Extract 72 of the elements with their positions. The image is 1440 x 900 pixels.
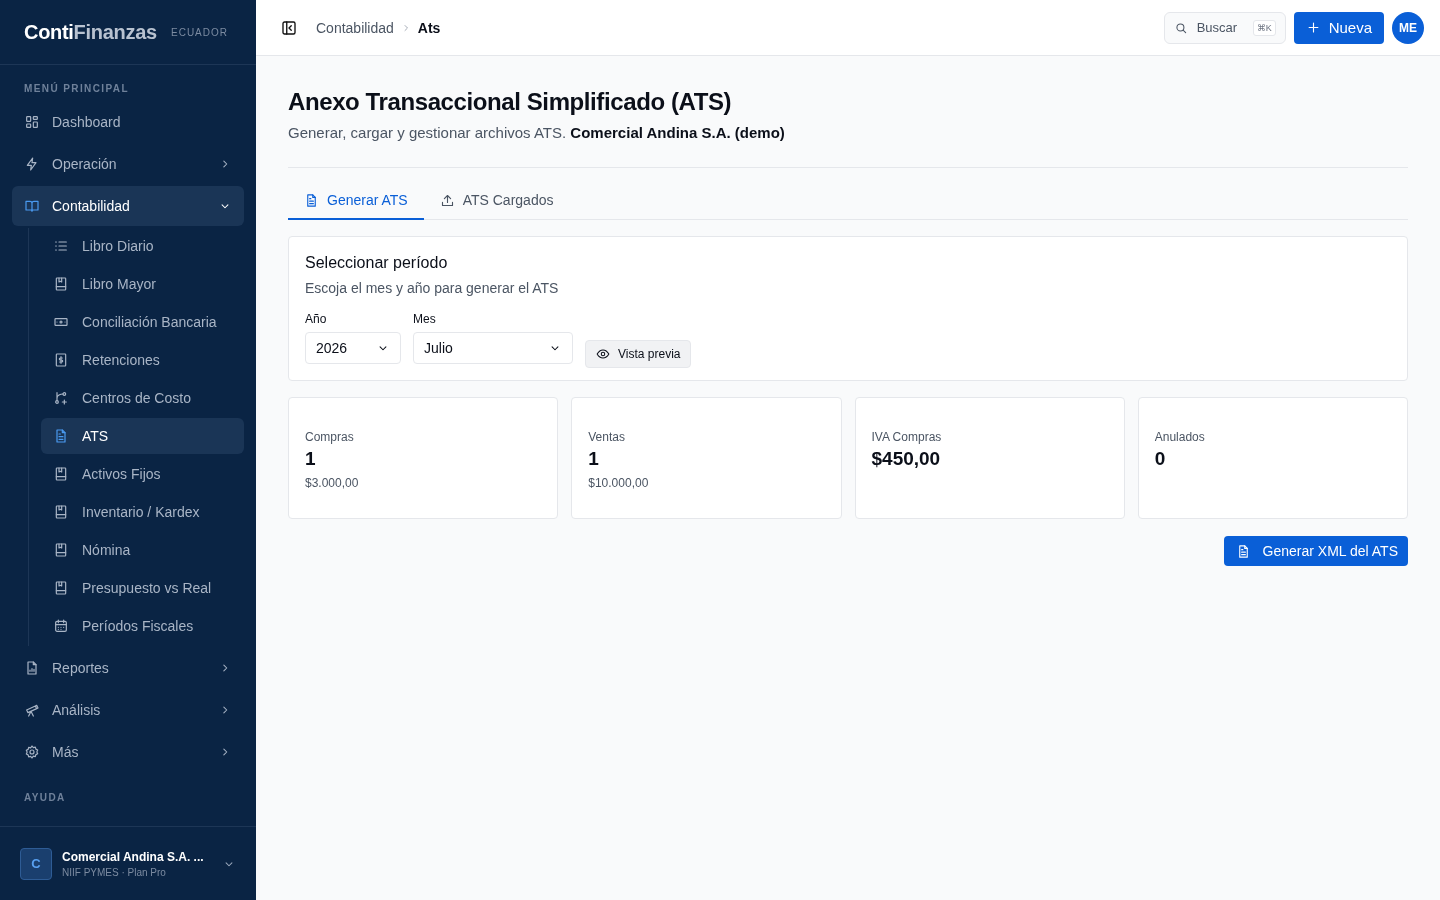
tab[interactable]: ATS Cargados: [423, 192, 570, 220]
stat-label: Ventas: [588, 430, 626, 444]
sidebar-subitem[interactable]: Centros de Costo: [41, 380, 244, 416]
sidebar-item[interactable]: Dashboard: [12, 102, 244, 142]
open-book-icon: [24, 198, 40, 214]
book-icon: [53, 466, 69, 482]
book-icon: [53, 580, 69, 596]
section-label: MENÚ PRINCIPAL: [23, 81, 130, 96]
breadcrumb-link[interactable]: Contabilidad: [316, 19, 394, 36]
tab[interactable]: Generar ATS: [288, 192, 424, 220]
sidebar-subitem[interactable]: Períodos Fiscales: [41, 608, 244, 644]
page-title: Anexo Transaccional Simplificado (ATS): [288, 88, 733, 116]
stat-amount: $10.000,00: [588, 476, 650, 490]
telescope-icon: [24, 702, 40, 718]
report-icon: [24, 660, 40, 676]
region-label: ECUADOR: [171, 26, 228, 38]
stat-value: 1: [305, 448, 317, 470]
stat-value: $450,00: [871, 448, 942, 470]
sidebar-subitem[interactable]: Retenciones: [41, 342, 244, 378]
sidebar-toggle-icon[interactable]: [280, 18, 298, 37]
card-title: Seleccionar período: [305, 254, 449, 272]
book-icon: [53, 504, 69, 520]
breadcrumb-current: Ats: [417, 19, 441, 36]
select-field[interactable]: Julio: [413, 332, 573, 364]
sidebar-subitem[interactable]: Inventario / Kardex: [41, 494, 244, 530]
select-field[interactable]: 2026: [305, 332, 401, 364]
sidebar-subitem[interactable]: Conciliación Bancaria: [41, 304, 244, 340]
book-icon: [53, 276, 69, 292]
sidebar-item[interactable]: Análisis: [12, 690, 244, 730]
stat-value: 0: [1154, 448, 1167, 470]
receipt-icon: [53, 352, 69, 368]
new-button[interactable]: Nueva: [1293, 11, 1384, 44]
card-description: Escoja el mes y año para generar el ATS: [305, 280, 560, 296]
company-name: Comercial Andina S.A. ...: [62, 849, 205, 864]
search-icon: [1173, 20, 1188, 35]
lightning-icon: [24, 156, 40, 172]
page-subtitle: Generar, cargar y gestionar archivos ATS. Comercial Andina S.A. (demo): [288, 124, 786, 141]
eye-icon: [596, 347, 610, 361]
calendar-icon: [53, 618, 69, 634]
list-icon: [53, 238, 69, 254]
branch-icon: [53, 390, 69, 406]
sidebar-item[interactable]: Más: [12, 732, 244, 772]
sidebar-subitem[interactable]: Libro Mayor: [41, 266, 244, 302]
sidebar-subitem[interactable]: Activos Fijos: [41, 456, 244, 492]
plus-icon: [1305, 20, 1321, 35]
stat-value: 1: [588, 448, 600, 470]
app-logo: ContiFinanzas: [24, 20, 157, 44]
field-label: Año: [305, 312, 328, 326]
company-avatar: C: [20, 847, 52, 880]
stat-label: IVA Compras: [871, 430, 943, 444]
sidebar-item[interactable]: Operación: [12, 144, 244, 184]
user-avatar[interactable]: ME: [1392, 11, 1424, 44]
stat-label: Compras: [305, 430, 355, 444]
preview-button[interactable]: Vista previa: [585, 340, 692, 368]
generate-xml-button[interactable]: Generar XML del ATS: [1223, 536, 1408, 566]
sidebar-subitem[interactable]: ATS: [41, 418, 244, 454]
stat-amount: $3.000,00: [305, 476, 360, 490]
sidebar-item[interactable]: Contabilidad: [12, 186, 244, 226]
settings-icon: [24, 744, 40, 760]
sidebar-subitem[interactable]: Libro Diario: [41, 228, 244, 264]
sidebar-subitem[interactable]: Presupuesto vs Real: [41, 570, 244, 606]
sidebar-subitem[interactable]: Nómina: [41, 532, 244, 568]
grid-icon: [24, 114, 40, 130]
document-icon: [53, 428, 69, 444]
sidebar-item[interactable]: Reportes: [12, 648, 244, 688]
book-icon: [53, 542, 69, 558]
stat-label: Anulados: [1154, 430, 1206, 444]
field-label: Mes: [413, 312, 437, 326]
company-plan: NIIF PYMES · Plan Pro: [62, 866, 167, 878]
section-label: AYUDA: [23, 791, 67, 805]
document-icon: [304, 192, 319, 208]
upload-icon: [439, 192, 455, 208]
